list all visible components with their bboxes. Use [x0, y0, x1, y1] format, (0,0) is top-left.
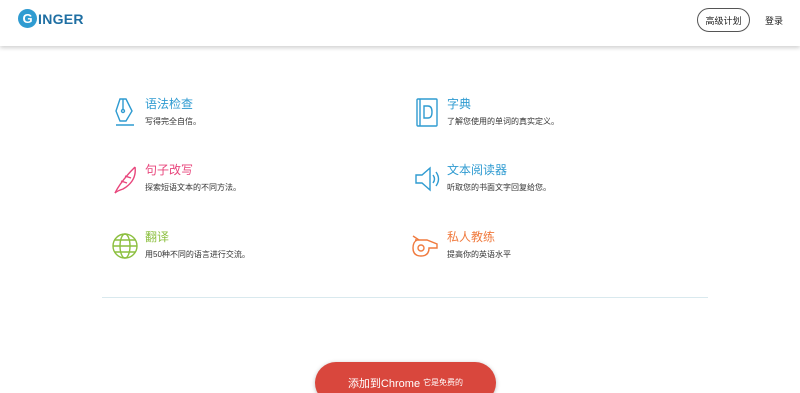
feature-description: 听取您的书面文字回复给您。: [447, 183, 551, 192]
feature-title: 翻译: [145, 230, 170, 244]
dictionary-book-icon: [412, 96, 442, 130]
logo-g-badge: G: [18, 9, 37, 28]
feature-description: 提高你的英语水平: [447, 250, 511, 259]
speaker-icon: [412, 162, 442, 196]
feature-description: 了解您使用的单词的真实定义。: [447, 117, 559, 126]
feature-description: 探索短语文本的不同方法。: [145, 183, 241, 192]
whistle-icon: [408, 229, 442, 263]
cta-main-label: 添加到Chrome: [347, 378, 421, 390]
feature-title: 句子改写: [145, 163, 194, 177]
feature-title: 语法检查: [145, 97, 194, 111]
feature-title: 文本阅读器: [447, 163, 508, 177]
pen-nib-icon: [110, 96, 140, 130]
feature-dictionary[interactable]: 字典 了解您使用的单词的真实定义。: [412, 96, 559, 130]
feature-rephrase[interactable]: 句子改写 探索短语文本的不同方法。: [110, 162, 241, 196]
globe-icon: [110, 229, 140, 263]
add-to-chrome-button[interactable]: 添加到Chrome 它是免费的: [315, 362, 496, 393]
ginger-logo[interactable]: G INGER: [18, 9, 84, 28]
feature-title: 私人教练: [447, 230, 496, 244]
login-link[interactable]: 登录: [765, 14, 783, 27]
feature-grammar[interactable]: 语法检查 写得完全自信。: [110, 96, 201, 130]
logo-wordmark: INGER: [38, 10, 84, 27]
feature-title: 字典: [447, 97, 472, 111]
feature-text-reader[interactable]: 文本阅读器 听取您的书面文字回复给您。: [412, 162, 551, 196]
feature-personal-coach[interactable]: 私人教练 提高你的英语水平: [408, 229, 511, 263]
cta-sub-label: 它是免费的: [423, 378, 464, 387]
section-divider: [102, 297, 708, 298]
feature-translate[interactable]: 翻译 用50种不同的语言进行交流。: [110, 229, 250, 263]
premium-plan-button[interactable]: 高级计划: [697, 8, 750, 32]
feature-description: 写得完全自信。: [145, 117, 201, 126]
top-header: G INGER 高级计划 登录: [0, 0, 800, 46]
feature-description: 用50种不同的语言进行交流。: [145, 250, 250, 259]
feather-icon: [110, 162, 140, 196]
